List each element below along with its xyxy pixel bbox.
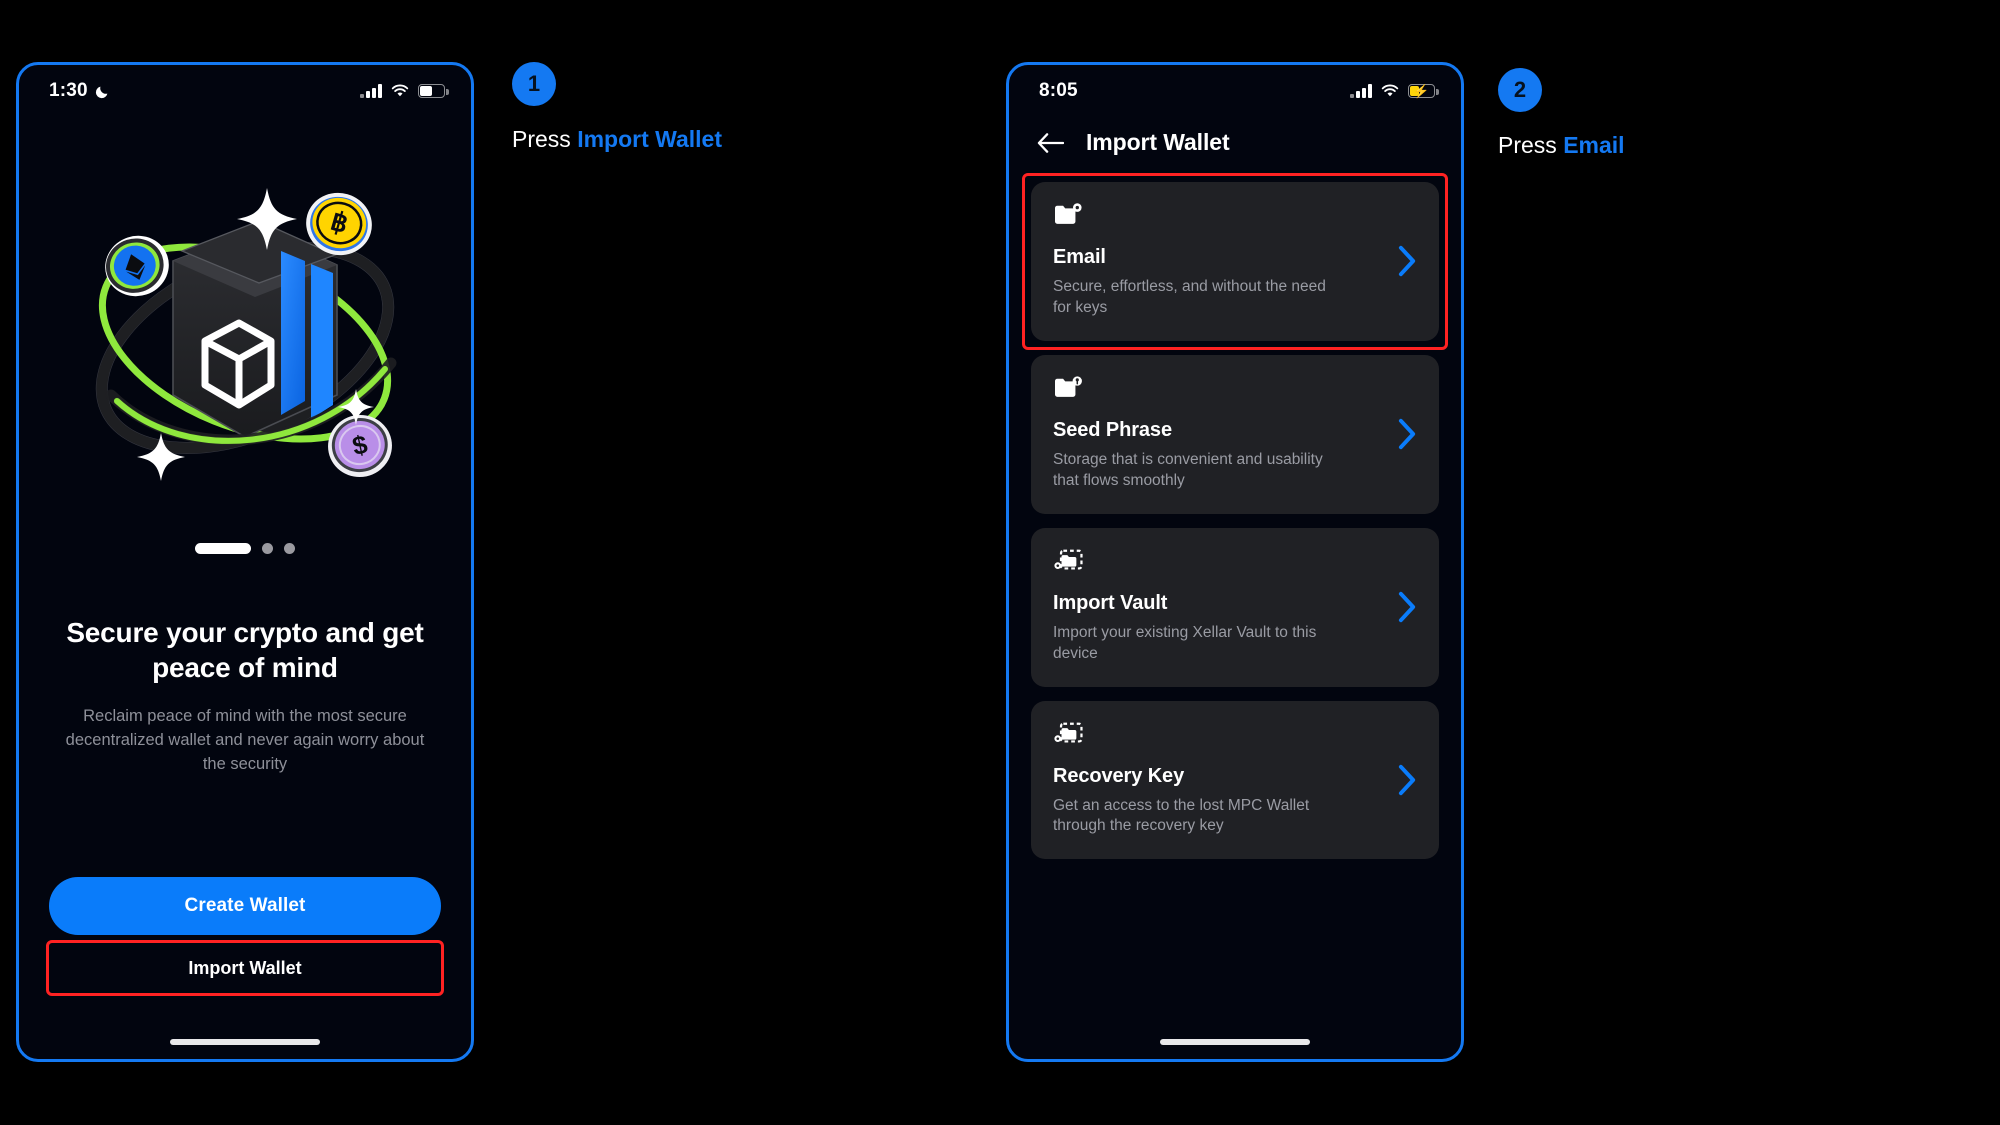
wifi-icon xyxy=(391,84,409,97)
page-subtitle: Reclaim peace of mind with the most secu… xyxy=(65,707,425,774)
chevron-right-icon[interactable] xyxy=(1398,591,1417,623)
crypto-vault-illustration: ฿ $ xyxy=(19,117,471,537)
folder-lock-icon xyxy=(1053,375,1417,405)
screenshot-stage: 1:30 ฿ $ Secure your crypto and get peac… xyxy=(0,0,2000,1125)
phone-import-wallet: 8:05 ⚡ Import Wallet Email Secure, effor… xyxy=(1006,62,1464,1062)
option-card-import-vault[interactable]: Import Vault Import your existing Xellar… xyxy=(1031,527,1439,687)
page-title: Import Wallet xyxy=(1086,129,1230,155)
wifi-icon xyxy=(1381,84,1399,97)
page-title: Secure your crypto and get peace of mind xyxy=(66,617,424,683)
status-time-group: 8:05 xyxy=(1039,80,1078,102)
option-card-recovery-key[interactable]: Recovery Key Get an access to the lost M… xyxy=(1031,700,1439,860)
moon-icon xyxy=(95,86,108,98)
import-options-list: Email Secure, effortless, and without th… xyxy=(1009,156,1461,860)
status-indicators: ⚡ xyxy=(1350,84,1439,98)
page-dot-2[interactable] xyxy=(262,543,273,554)
annotation-step-2: 2 Press Email xyxy=(1498,68,1625,159)
folder-gear-icon xyxy=(1053,202,1417,232)
create-wallet-button[interactable]: Create Wallet xyxy=(49,877,441,935)
status-bar: 8:05 ⚡ xyxy=(1009,65,1461,117)
option-desc: Storage that is convenient and usability… xyxy=(1053,450,1323,489)
annotation-target: Email xyxy=(1563,132,1625,158)
chevron-right-icon[interactable] xyxy=(1398,764,1417,796)
annotation-prefix: Press xyxy=(512,126,578,152)
page-dot-3[interactable] xyxy=(284,543,295,554)
option-card-email[interactable]: Email Secure, effortless, and without th… xyxy=(1022,173,1448,350)
arrow-left-icon[interactable] xyxy=(1037,132,1064,154)
option-desc: Get an access to the lost MPC Wallet thr… xyxy=(1053,796,1310,835)
home-indicator xyxy=(170,1039,320,1045)
option-title: Seed Phrase xyxy=(1053,418,1172,441)
option-desc: Import your existing Xellar Vault to thi… xyxy=(1053,623,1317,662)
page-dot-1[interactable] xyxy=(195,543,251,554)
import-wallet-screen: Import Wallet Email Secure, effortless, … xyxy=(1009,117,1461,1059)
option-desc: Secure, effortless, and without the need… xyxy=(1053,278,1326,316)
cellular-bars-icon xyxy=(1350,84,1372,98)
option-card-seed-phrase[interactable]: Seed Phrase Storage that is convenient a… xyxy=(1031,354,1439,514)
annotation-prefix: Press xyxy=(1498,132,1564,158)
cellular-bars-icon xyxy=(360,84,382,98)
onboarding-screen: ฿ $ Secure your crypto and get peace of … xyxy=(19,117,471,1059)
status-time: 1:30 xyxy=(49,80,88,101)
vault-import-icon xyxy=(1053,721,1417,751)
chevron-right-icon[interactable] xyxy=(1398,245,1417,277)
option-title: Import Vault xyxy=(1053,591,1168,614)
home-indicator xyxy=(1160,1039,1310,1045)
cta-group: Create Wallet Import Wallet xyxy=(19,877,471,996)
annotation-target: Import Wallet xyxy=(577,126,723,152)
chevron-right-icon[interactable] xyxy=(1398,418,1417,450)
annotation-text-1: Press Import Wallet xyxy=(512,126,722,153)
battery-charging-icon: ⚡ xyxy=(1408,84,1439,98)
page-indicator[interactable] xyxy=(19,543,471,554)
vault-import-icon xyxy=(1053,548,1417,578)
step-badge-2: 2 xyxy=(1498,68,1542,112)
option-title: Email xyxy=(1053,246,1106,268)
phone-onboarding: 1:30 ฿ $ Secure your crypto and get peac… xyxy=(16,62,474,1062)
battery-icon xyxy=(418,84,449,98)
status-indicators xyxy=(360,84,449,98)
annotation-step-1: 1 Press Import Wallet xyxy=(512,62,722,153)
nav-bar: Import Wallet xyxy=(1009,117,1461,156)
status-time-group: 1:30 xyxy=(49,80,110,102)
option-title: Recovery Key xyxy=(1053,764,1185,787)
step-badge-1: 1 xyxy=(512,62,556,106)
status-time: 8:05 xyxy=(1039,80,1078,101)
status-bar: 1:30 xyxy=(19,65,471,117)
import-wallet-button[interactable]: Import Wallet xyxy=(46,940,444,996)
annotation-text-2: Press Email xyxy=(1498,132,1625,159)
